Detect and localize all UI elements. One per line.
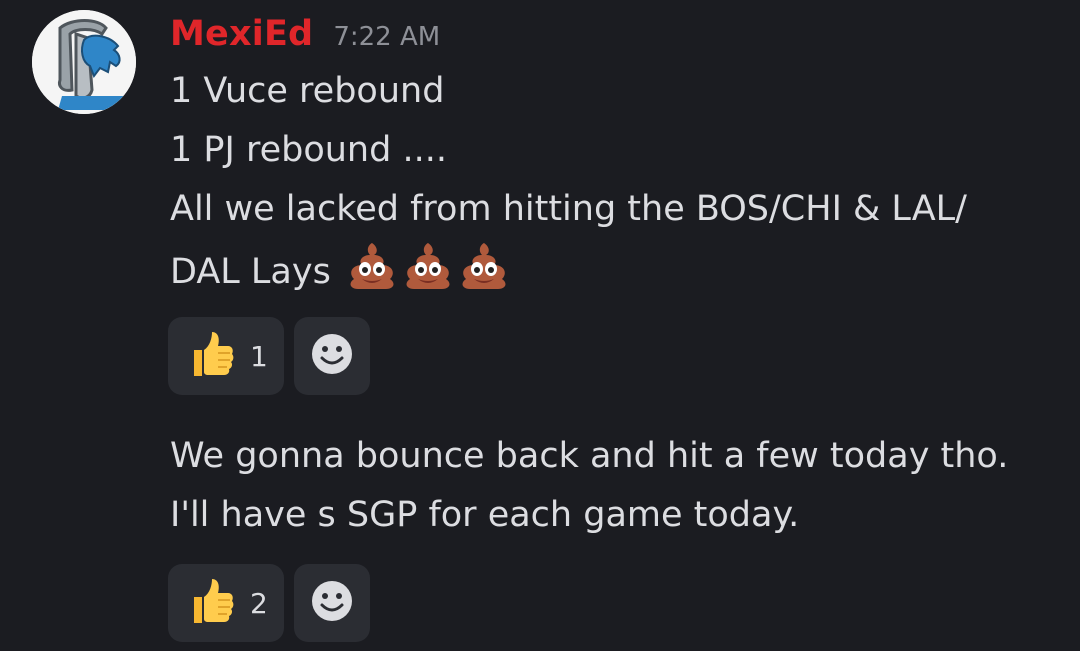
- smiley-icon: [310, 332, 354, 380]
- message-line: I'll have s SGP for each game today.: [170, 495, 800, 535]
- lions-logo-icon: [32, 10, 136, 114]
- thumbs-up-icon: [184, 328, 236, 384]
- username[interactable]: MexiEd: [170, 14, 313, 54]
- message-line: 1 Vuce rebound: [170, 71, 445, 111]
- smiley-icon: [310, 579, 354, 627]
- message-line: We gonna bounce back and hit a few today…: [170, 436, 1009, 476]
- reaction-thumbs-up[interactable]: 1: [168, 317, 284, 395]
- timestamp: 7:22 AM: [333, 22, 441, 52]
- avatar[interactable]: [32, 10, 136, 114]
- reaction-count: 2: [250, 586, 268, 620]
- poop-emoji-icon: [402, 239, 454, 310]
- reaction-count: 1: [250, 339, 268, 373]
- thumbs-up-icon: [184, 575, 236, 631]
- message-line: All we lacked from hitting the BOS/CHI &…: [170, 189, 967, 229]
- message-line: 1 PJ rebound ....: [170, 130, 447, 170]
- reaction-thumbs-up[interactable]: 2: [168, 564, 284, 642]
- poop-emoji-icon: [346, 239, 398, 310]
- add-reaction-button[interactable]: [293, 564, 370, 642]
- add-reaction-button[interactable]: [293, 317, 370, 395]
- poop-emoji-icon: [458, 239, 510, 310]
- message-text: DAL Lays: [170, 252, 331, 292]
- message-line: DAL Lays: [170, 239, 510, 310]
